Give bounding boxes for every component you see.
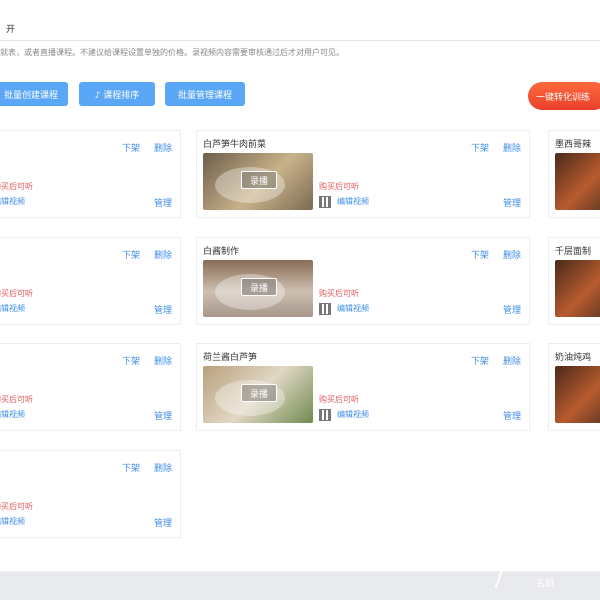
edit-video-link[interactable]: 编辑视频 xyxy=(0,516,25,527)
delete-link[interactable]: 删除 xyxy=(503,248,521,261)
recorded-badge: 录播 xyxy=(241,278,277,296)
course-thumbnail[interactable] xyxy=(555,260,600,317)
offline-link[interactable]: 下架 xyxy=(471,248,489,261)
one-click-convert-button[interactable]: 一键转化训练 xyxy=(528,82,600,110)
course-card: 奶油炖鸡 xyxy=(548,343,600,431)
course-card: 千层面制 xyxy=(548,237,600,325)
recorded-badge: 录播 xyxy=(241,171,277,189)
edit-video-link[interactable]: 编辑视频 xyxy=(0,303,25,314)
edit-video-link[interactable]: 编辑视频 xyxy=(0,196,25,207)
course-thumbnail[interactable]: 录播 xyxy=(203,260,313,317)
purchase-visible-text: 购买后可听 xyxy=(319,289,359,298)
batch-create-course-button[interactable]: 批量创建课程 xyxy=(0,82,68,106)
purchase-visible-text: 购买后可听 xyxy=(319,395,359,404)
film-icon xyxy=(319,409,331,421)
delete-link[interactable]: 删除 xyxy=(154,354,172,367)
course-card: 下架 删除 购买后可听 编辑视频 管理 xyxy=(0,237,181,325)
course-title: 千层面制 xyxy=(555,247,592,257)
delete-link[interactable]: 删除 xyxy=(154,461,172,474)
course-card: 白酱制作 下架 删除 录播 购买后可听 编辑视频 管理 xyxy=(196,237,530,325)
manage-link[interactable]: 管理 xyxy=(154,303,172,316)
course-thumbnail[interactable] xyxy=(555,153,600,210)
brand-watermark: MINGCHU 名厨 xyxy=(494,554,594,594)
course-title: 白酱制作 xyxy=(203,247,240,257)
course-title: 奶油炖鸡 xyxy=(555,353,592,363)
purchase-visible-text: 购买后可听 xyxy=(319,182,359,191)
course-thumbnail[interactable]: 录播 xyxy=(203,366,313,423)
course-title: 荷兰酱白芦笋 xyxy=(203,353,258,363)
course-card: 白芦笋牛肉前菜 下架 删除 录播 购买后可听 编辑视频 管理 xyxy=(196,130,530,218)
header-mark: 开 xyxy=(6,25,16,35)
course-thumbnail[interactable]: 录播 xyxy=(203,153,313,210)
offline-link[interactable]: 下架 xyxy=(122,461,140,474)
delete-link[interactable]: 删除 xyxy=(503,141,521,154)
course-card: 下架 删除 购买后可听 编辑视频 管理 xyxy=(0,343,181,431)
manage-link[interactable]: 管理 xyxy=(154,516,172,529)
edit-video-link[interactable]: 编辑视频 xyxy=(337,409,369,420)
offline-link[interactable]: 下架 xyxy=(471,354,489,367)
purchase-visible-text: 购买后可听 xyxy=(0,502,33,511)
batch-manage-course-button[interactable]: 批量管理课程 xyxy=(165,82,245,106)
course-sort-button[interactable]: ♪ 课程排序 xyxy=(79,82,155,106)
edit-video-link[interactable]: 编辑视频 xyxy=(337,303,369,314)
film-icon xyxy=(319,303,331,315)
course-card: 荷兰酱白芦笋 下架 删除 录播 购买后可听 编辑视频 管理 xyxy=(196,343,530,431)
top-bar: 开 xyxy=(0,0,600,41)
manage-link[interactable]: 管理 xyxy=(154,196,172,209)
course-card: 下架 删除 购买后可听 编辑视频 管理 xyxy=(0,450,181,538)
brand-name-cn: 名厨 xyxy=(535,579,554,589)
course-thumbnail[interactable] xyxy=(555,366,600,423)
film-icon xyxy=(319,196,331,208)
edit-video-link[interactable]: 编辑视频 xyxy=(337,196,369,207)
manage-link[interactable]: 管理 xyxy=(503,409,521,422)
brand-name: MINGCHU xyxy=(512,558,590,573)
offline-link[interactable]: 下架 xyxy=(122,141,140,154)
course-title: 白芦笋牛肉前菜 xyxy=(203,140,267,150)
delete-link[interactable]: 删除 xyxy=(154,141,172,154)
purchase-visible-text: 购买后可听 xyxy=(0,289,33,298)
course-card: 下架 删除 购买后可听 编辑视频 管理 xyxy=(0,130,181,218)
manage-link[interactable]: 管理 xyxy=(154,409,172,422)
notice-text: 就表，或者直播课程。不建议给课程设置单独的价格。录视频内容需要审核通过后才对用户… xyxy=(0,48,344,57)
purchase-visible-text: 购买后可听 xyxy=(0,182,33,191)
course-card: 墨西哥辣 xyxy=(548,130,600,218)
recorded-badge: 录播 xyxy=(241,384,277,402)
delete-link[interactable]: 删除 xyxy=(154,248,172,261)
manage-link[interactable]: 管理 xyxy=(503,196,521,209)
manage-link[interactable]: 管理 xyxy=(503,303,521,316)
offline-link[interactable]: 下架 xyxy=(471,141,489,154)
edit-video-link[interactable]: 编辑视频 xyxy=(0,409,25,420)
purchase-visible-text: 购买后可听 xyxy=(0,395,33,404)
course-title: 墨西哥辣 xyxy=(555,140,592,150)
delete-link[interactable]: 删除 xyxy=(503,354,521,367)
offline-link[interactable]: 下架 xyxy=(122,354,140,367)
offline-link[interactable]: 下架 xyxy=(122,248,140,261)
